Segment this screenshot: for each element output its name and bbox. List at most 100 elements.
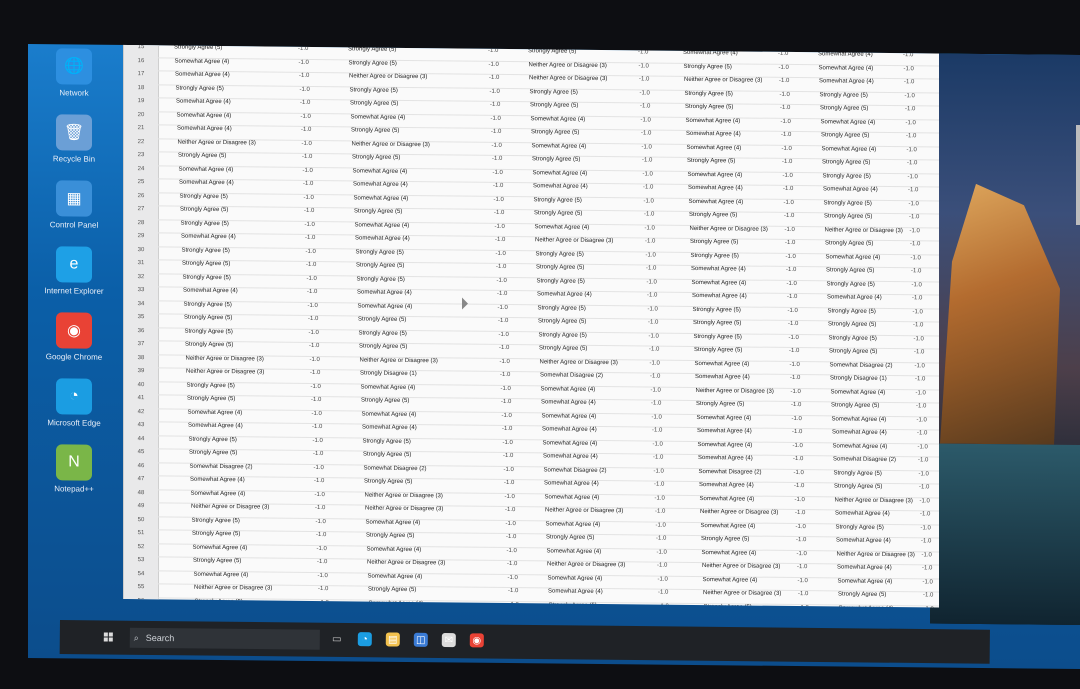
- task-view-icon[interactable]: ▭: [330, 632, 344, 646]
- value-cell[interactable]: -1.0: [783, 172, 793, 178]
- value-cell[interactable]: -1.0: [654, 468, 664, 474]
- table-cell[interactable]: Somewhat Agree (4): [531, 116, 586, 123]
- value-cell[interactable]: -1.0: [497, 277, 507, 283]
- value-cell[interactable]: -1.0: [783, 186, 793, 192]
- table-cell[interactable]: Somewhat Agree (4): [179, 180, 234, 187]
- value-cell[interactable]: -1.0: [793, 456, 803, 462]
- table-cell[interactable]: Neither Agree or Disagree (3): [696, 387, 774, 394]
- value-cell[interactable]: -1.0: [786, 267, 796, 273]
- table-cell[interactable]: Neither Agree or Disagree (3): [365, 506, 443, 513]
- table-cell[interactable]: Somewhat Agree (4): [687, 144, 742, 151]
- value-cell[interactable]: -1.0: [654, 482, 664, 488]
- table-cell[interactable]: Strongly Agree (5): [694, 333, 742, 340]
- table-cell[interactable]: Somewhat Agree (4): [818, 51, 873, 58]
- value-cell[interactable]: -1.0: [507, 561, 517, 567]
- value-cell[interactable]: -1.0: [917, 417, 927, 423]
- table-cell[interactable]: Strongly Agree (5): [356, 262, 404, 269]
- value-cell[interactable]: -1.0: [658, 576, 668, 582]
- row-number[interactable]: 20: [124, 112, 158, 118]
- table-cell[interactable]: Somewhat Disagree (2): [364, 465, 427, 472]
- chrome-icon[interactable]: ◉: [469, 633, 484, 648]
- table-cell[interactable]: Somewhat Agree (4): [194, 571, 249, 578]
- value-cell[interactable]: -1.0: [646, 265, 656, 271]
- table-cell[interactable]: Neither Agree or Disagree (3): [535, 237, 613, 244]
- table-cell[interactable]: Neither Agree or Disagree (3): [818, 44, 896, 45]
- value-cell[interactable]: -1.0: [502, 412, 512, 418]
- table-cell[interactable]: Somewhat Agree (4): [691, 266, 746, 273]
- table-cell[interactable]: Somewhat Agree (4): [836, 537, 891, 544]
- value-cell[interactable]: -1.0: [924, 606, 934, 608]
- value-cell[interactable]: -1.0: [905, 93, 915, 99]
- table-cell[interactable]: Strongly Agree (5): [349, 60, 397, 67]
- table-cell[interactable]: Somewhat Agree (4): [362, 411, 417, 418]
- table-cell[interactable]: Somewhat Agree (4): [533, 183, 588, 190]
- table-cell[interactable]: Strongly Agree (5): [829, 348, 877, 355]
- table-cell[interactable]: Strongly Agree (5): [356, 249, 404, 256]
- table-cell[interactable]: Strongly Agree (5): [538, 305, 586, 312]
- table-cell[interactable]: Somewhat Agree (4): [353, 168, 408, 175]
- value-cell[interactable]: -1.0: [908, 174, 918, 180]
- table-cell[interactable]: Somewhat Agree (4): [537, 291, 592, 298]
- value-cell[interactable]: -1.0: [497, 291, 507, 297]
- row-number[interactable]: 16: [124, 58, 158, 64]
- value-cell[interactable]: -1.0: [649, 347, 659, 353]
- value-cell[interactable]: -1.0: [648, 319, 658, 325]
- value-cell[interactable]: -1.0: [503, 439, 513, 445]
- table-cell[interactable]: Somewhat Agree (4): [683, 50, 738, 57]
- table-cell[interactable]: Strongly Agree (5): [534, 210, 582, 217]
- table-cell[interactable]: Somewhat Agree (4): [827, 294, 882, 301]
- value-cell[interactable]: -1.0: [317, 559, 327, 565]
- table-cell[interactable]: Strongly Agree (5): [530, 102, 578, 109]
- table-cell[interactable]: Strongly Agree (5): [350, 87, 398, 94]
- value-cell[interactable]: -1.0: [917, 430, 927, 436]
- row-number[interactable]: 48: [124, 490, 158, 496]
- value-cell[interactable]: -1.0: [782, 159, 792, 165]
- value-cell[interactable]: -1.0: [791, 388, 801, 394]
- table-cell[interactable]: Neither Agree or Disagree (3): [835, 497, 913, 504]
- row-number[interactable]: 46: [124, 463, 158, 469]
- value-cell[interactable]: -1.0: [922, 552, 932, 558]
- value-cell[interactable]: -1.0: [914, 336, 924, 342]
- table-cell[interactable]: Neither Agree or Disagree (3): [703, 590, 781, 597]
- value-cell[interactable]: -1.0: [314, 478, 324, 484]
- value-cell[interactable]: -1.0: [316, 532, 326, 538]
- table-cell[interactable]: Strongly Agree (5): [181, 220, 229, 227]
- table-cell[interactable]: Somewhat Agree (4): [692, 279, 747, 286]
- row-number[interactable]: 34: [124, 301, 158, 307]
- table-cell[interactable]: Somewhat Agree (4): [177, 112, 232, 119]
- table-cell[interactable]: Somewhat Agree (4): [543, 440, 598, 447]
- value-cell[interactable]: -1.0: [659, 603, 669, 607]
- table-cell[interactable]: Strongly Disagree (1): [830, 375, 887, 382]
- table-cell[interactable]: Somewhat Disagree (2): [190, 463, 253, 470]
- value-cell[interactable]: -1.0: [491, 129, 501, 135]
- table-cell[interactable]: Strongly Agree (5): [351, 127, 399, 134]
- table-cell[interactable]: Neither Agree or Disagree (3): [365, 492, 443, 499]
- table-cell[interactable]: Strongly Agree (5): [359, 330, 407, 337]
- value-cell[interactable]: -1.0: [299, 59, 309, 65]
- table-cell[interactable]: Strongly Agree (5): [192, 531, 240, 538]
- table-cell[interactable]: Strongly Agree (5): [182, 247, 230, 254]
- value-cell[interactable]: -1.0: [796, 537, 806, 543]
- table-cell[interactable]: Neither Agree or Disagree (3): [367, 560, 445, 567]
- value-cell[interactable]: -1.0: [496, 264, 506, 270]
- value-cell[interactable]: -1.0: [909, 214, 919, 220]
- table-cell[interactable]: Strongly Agree (5): [829, 335, 877, 342]
- value-cell[interactable]: -1.0: [789, 348, 799, 354]
- value-cell[interactable]: -1.0: [313, 437, 323, 443]
- table-cell[interactable]: Somewhat Agree (4): [541, 386, 596, 393]
- table-cell[interactable]: Somewhat Agree (4): [548, 588, 603, 595]
- value-cell[interactable]: -1.0: [639, 76, 649, 82]
- value-cell[interactable]: -1.0: [798, 578, 808, 584]
- value-cell[interactable]: -1.0: [923, 592, 933, 598]
- value-cell[interactable]: -1.0: [495, 223, 505, 229]
- value-cell[interactable]: -1.0: [303, 167, 313, 173]
- table-cell[interactable]: Neither Agree or Disagree (3): [352, 141, 430, 148]
- value-cell[interactable]: -1.0: [489, 75, 499, 81]
- table-cell[interactable]: Somewhat Agree (4): [819, 65, 874, 72]
- row-number[interactable]: 50: [124, 517, 158, 523]
- table-cell[interactable]: Strongly Agree (5): [696, 401, 744, 408]
- spreadsheet-grid[interactable]: 15 16 17 18 19 20 21 22 23 24 25 26 27 28 29 30 31 32 33 34…: [123, 44, 939, 608]
- table-cell[interactable]: Strongly Agree (5): [831, 402, 879, 409]
- table-cell[interactable]: Strongly Agree (5): [684, 63, 732, 70]
- table-cell[interactable]: Strongly Agree (5): [357, 276, 405, 283]
